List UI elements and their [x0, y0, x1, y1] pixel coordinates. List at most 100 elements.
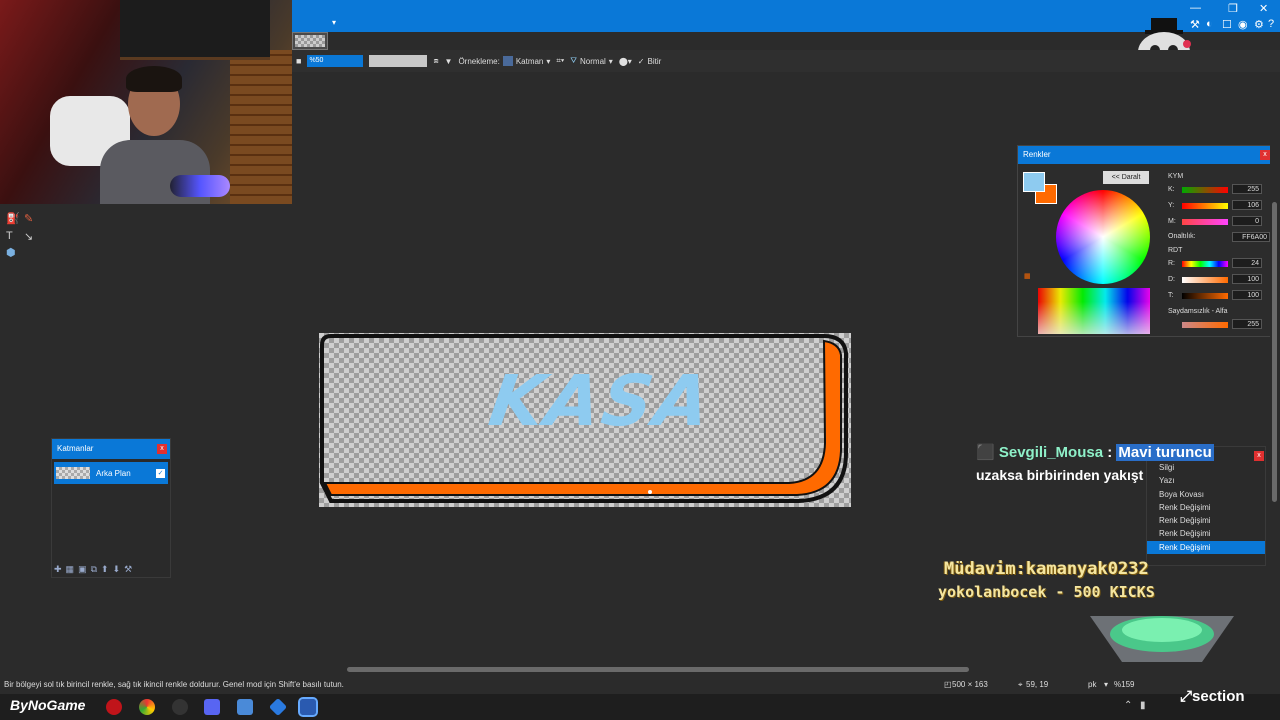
alpha-input[interactable]: 255 [1232, 319, 1262, 329]
adjustments-icon[interactable]: ◐ [1206, 18, 1213, 30]
blend-mode-dropdown[interactable]: Normal [580, 57, 606, 66]
bowl-overlay [1090, 616, 1234, 662]
brick-wall [230, 50, 292, 204]
t-slider[interactable] [1182, 293, 1228, 299]
move-layer-down-icon[interactable]: ⬇ [113, 564, 121, 575]
d-input[interactable]: 100 [1232, 274, 1262, 284]
status-zoom[interactable]: %159 [1114, 676, 1134, 694]
alpha-label: Saydamsızlık - Alfa [1168, 308, 1228, 315]
y-slider[interactable] [1182, 203, 1228, 209]
effects-icon[interactable]: ☐ [1222, 18, 1232, 31]
tool-icon[interactable]: ■ [296, 56, 301, 66]
t-input[interactable]: 100 [1232, 290, 1262, 300]
layer-row[interactable]: Arka Plan ✓ [54, 462, 168, 484]
horizontal-scrollbar[interactable] [0, 664, 1268, 674]
brush-icon[interactable]: ✎ [24, 212, 33, 225]
minimize-icon[interactable]: — [1190, 2, 1201, 14]
chevron-down-icon[interactable]: ▾ [609, 57, 613, 66]
r-slider[interactable] [1182, 261, 1228, 267]
line-tool-icon[interactable]: ↘ [24, 230, 33, 243]
discord-icon[interactable] [204, 699, 220, 715]
layers-panel: Katmanlar x Arka Plan ✓ ✚ ▦ ▣ ⧉ ⬆ ⬇ ⚒ [51, 438, 171, 578]
horizontal-scroll-thumb[interactable] [347, 667, 969, 672]
history-item[interactable]: Silgi [1147, 461, 1265, 474]
hex-input[interactable]: FF6A00 [1232, 232, 1270, 242]
microphone [170, 175, 230, 197]
paint-bucket-icon[interactable]: ⛽ [6, 212, 20, 225]
maximize-icon[interactable]: ❐ [1228, 2, 1238, 15]
paint-net-icon[interactable] [298, 697, 318, 717]
document-tab[interactable] [292, 32, 328, 50]
unit-selector[interactable]: pk [1088, 676, 1096, 694]
y-input[interactable]: 106 [1232, 200, 1262, 210]
k-label: K: [1168, 186, 1175, 193]
history-item[interactable]: Renk Değişimi [1147, 527, 1265, 540]
delete-layer-icon[interactable]: ▦ [66, 564, 75, 575]
tray-mic-icon[interactable]: ▮ [1140, 700, 1146, 711]
app-icon[interactable] [237, 699, 253, 715]
palette-menu-icon[interactable]: ▦ [1024, 272, 1031, 280]
color-palette[interactable] [1038, 288, 1150, 334]
primary-color-swatch[interactable] [1023, 172, 1045, 192]
history-item[interactable]: Renk Değişimi [1147, 514, 1265, 527]
sampling-dropdown[interactable]: Katman [516, 57, 544, 66]
history-item[interactable]: Boya Kovası [1147, 488, 1265, 501]
layer-visibility-checkbox[interactable]: ✓ [156, 468, 165, 478]
close-icon[interactable]: x [157, 444, 167, 454]
image-size-icon: ◰ [944, 680, 952, 689]
add-layer-icon[interactable]: ✚ [54, 564, 62, 575]
layer-icon [502, 56, 513, 66]
taskbar: ByNoGame ⌃ ▮ [0, 694, 1280, 720]
history-item-selected[interactable]: Renk Değişimi [1147, 540, 1265, 555]
hsv-label: RDT [1168, 247, 1183, 254]
close-icon[interactable]: ✕ [1259, 2, 1268, 15]
settings-gear-icon[interactable]: ⚙ [1254, 18, 1264, 31]
history-item[interactable]: Yazı [1147, 474, 1265, 487]
regular-viewer-overlay: Müdavim:kamanyak0232 [944, 559, 1149, 579]
app-icon[interactable] [268, 697, 288, 717]
r-input[interactable]: 24 [1232, 258, 1262, 268]
k-input[interactable]: 255 [1232, 184, 1262, 194]
finish-button[interactable]: ✓ Bitir [638, 57, 661, 66]
fill-mode-icon[interactable]: ⧈ [433, 56, 438, 66]
alpha-mode-icon[interactable]: ⬤▾ [619, 57, 632, 66]
m-slider[interactable] [1182, 219, 1228, 225]
merge-layer-icon[interactable]: ⧉ [91, 564, 97, 575]
streamer-hair [126, 66, 182, 92]
move-layer-up-icon[interactable]: ⬆ [101, 564, 109, 575]
obs-icon[interactable] [172, 699, 188, 715]
antialias-icon[interactable]: ⌗▾ [556, 56, 564, 66]
watermark-logo: ⤢section [1180, 688, 1245, 705]
m-input[interactable]: 0 [1232, 216, 1262, 226]
cursor-position: 59, 19 [1026, 680, 1049, 689]
layers-toolbar: ✚ ▦ ▣ ⧉ ⬆ ⬇ ⚒ [54, 564, 132, 575]
collapse-button[interactable]: << Daralt [1103, 171, 1149, 184]
tolerance-slider[interactable] [369, 55, 428, 67]
menu-chevron-icon[interactable]: ▾ [332, 18, 336, 27]
tolerance-input[interactable]: %50 [307, 55, 364, 67]
palette-icon[interactable]: ◉ [1238, 18, 1248, 31]
chevron-down-icon[interactable]: ▾ [1104, 676, 1108, 694]
watermark-icon: ⤢ [1180, 688, 1193, 705]
text-tool-icon[interactable]: T [6, 230, 13, 242]
layers-panel-header: Katmanlar x [52, 439, 170, 459]
vertical-scrollbar[interactable] [1270, 72, 1280, 662]
chevron-down-icon[interactable]: ▾ [546, 57, 550, 66]
flood-mode-icon[interactable]: ▼ [445, 57, 453, 66]
chrome-icon[interactable] [139, 699, 155, 715]
colors-panel: Renkler x << Daralt ▦ KYM K: 255 Y: 106 … [1017, 145, 1274, 337]
vertical-scroll-thumb[interactable] [1272, 202, 1277, 502]
chat-username: Sevgili_Mousa [998, 444, 1104, 461]
history-item[interactable]: Renk Değişimi [1147, 501, 1265, 514]
help-icon[interactable]: ? [1268, 18, 1274, 30]
duplicate-layer-icon[interactable]: ▣ [78, 564, 87, 575]
color-wheel[interactable] [1056, 190, 1150, 284]
close-icon[interactable]: x [1260, 150, 1270, 160]
k-slider[interactable] [1182, 187, 1228, 193]
shapes-tool-icon[interactable]: ⬢ [6, 246, 16, 259]
opera-icon[interactable] [106, 699, 122, 715]
tray-chevron-icon[interactable]: ⌃ [1124, 700, 1132, 711]
layer-properties-icon[interactable]: ⚒ [124, 564, 132, 575]
d-slider[interactable] [1182, 277, 1228, 283]
alpha-slider[interactable] [1182, 322, 1228, 328]
